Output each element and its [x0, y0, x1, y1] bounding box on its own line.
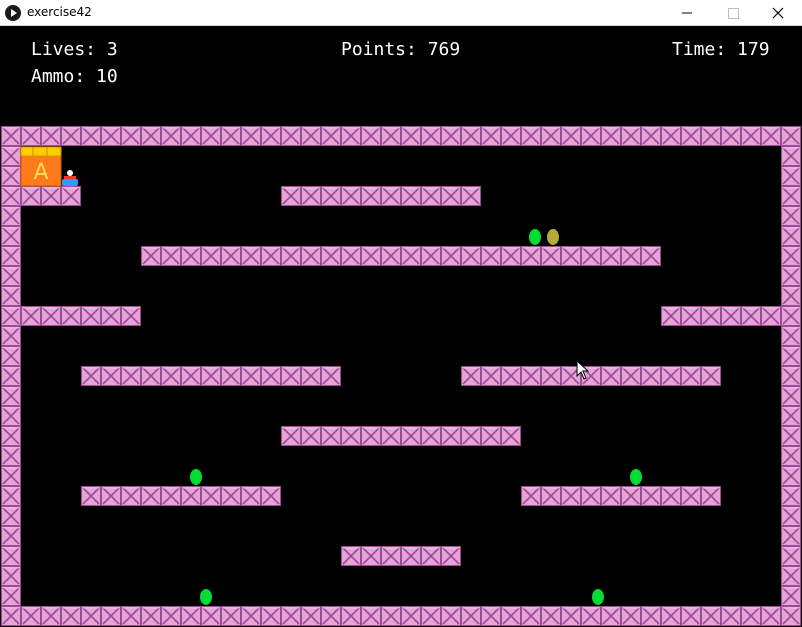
maximize-button[interactable] [710, 0, 756, 26]
platform [81, 486, 281, 506]
green-enemy [190, 469, 202, 485]
ammo-crate: A [20, 146, 62, 187]
window-title: exercise42 [27, 5, 92, 19]
close-icon [772, 7, 784, 19]
left-wall [1, 126, 21, 626]
platform [281, 426, 521, 446]
game-window: exercise42 Lives: 3 Ammo: 10 Points: 769… [0, 0, 802, 627]
processing-app-icon [5, 5, 21, 21]
platform [341, 546, 461, 566]
minimize-button[interactable] [664, 0, 710, 26]
mouse-cursor-icon [576, 360, 590, 380]
green-enemy [200, 589, 212, 605]
platform [141, 246, 661, 266]
game-canvas[interactable]: Lives: 3 Ammo: 10 Points: 769 Time: 179 [1, 26, 801, 626]
player-character [62, 170, 78, 186]
floor [1, 606, 801, 626]
platform [81, 366, 341, 386]
brick-walls [1, 126, 801, 626]
top-wall [1, 126, 801, 146]
olive-enemy [547, 229, 559, 245]
platform [461, 366, 721, 386]
crate-letter: A [33, 160, 48, 185]
green-enemy [529, 229, 541, 245]
green-enemy [630, 469, 642, 485]
maximize-icon [728, 8, 739, 19]
playfield: A [1, 126, 801, 626]
green-enemy [592, 589, 604, 605]
left-ledge [21, 306, 141, 326]
right-ledge [661, 306, 781, 326]
minimize-icon [682, 12, 692, 14]
title-bar[interactable]: exercise42 [0, 0, 802, 26]
right-wall [781, 126, 801, 626]
close-button[interactable] [756, 0, 802, 26]
platform [281, 186, 481, 206]
platform [521, 486, 721, 506]
start-ledge [21, 186, 81, 206]
